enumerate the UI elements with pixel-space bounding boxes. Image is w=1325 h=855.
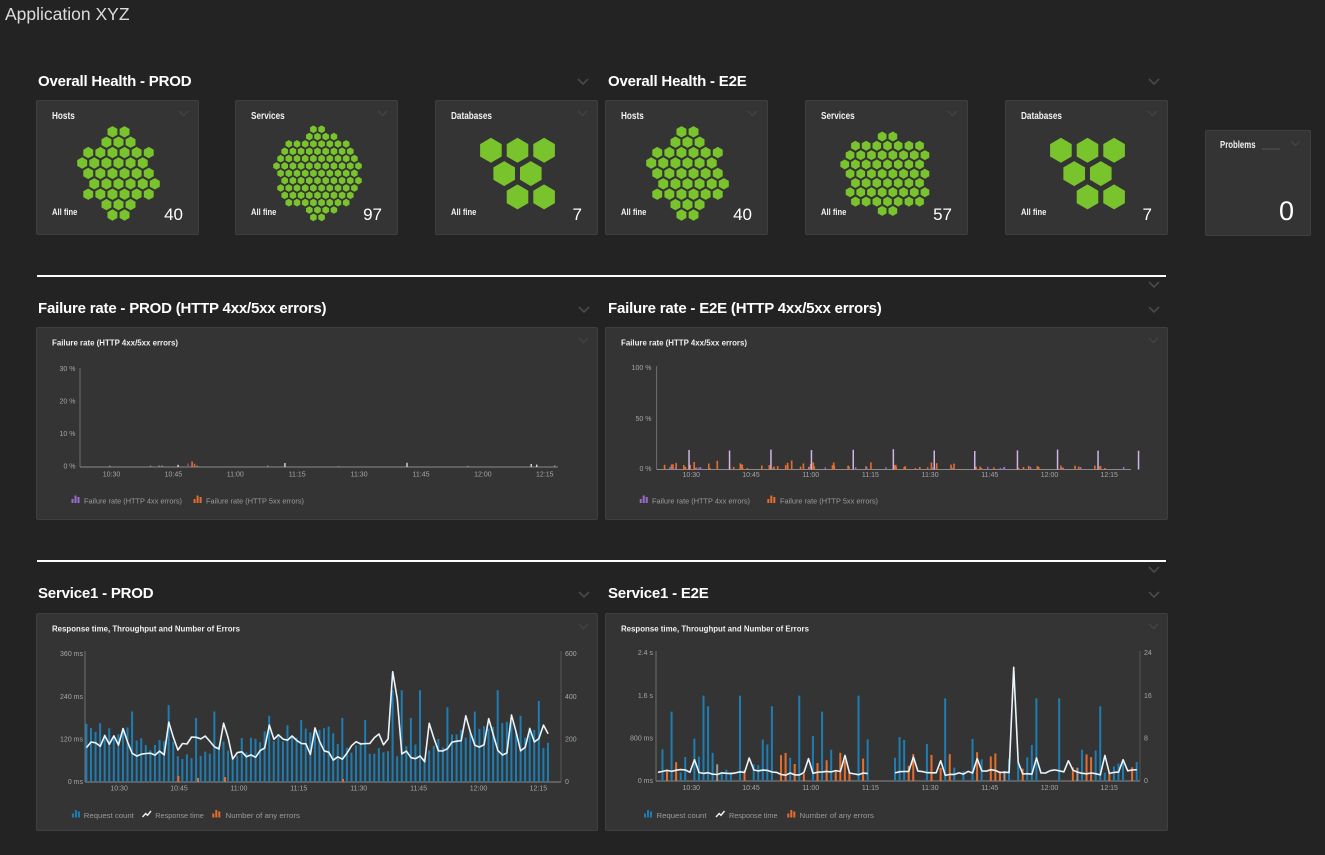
svg-text:16: 16: [1144, 693, 1152, 700]
svg-text:2.4 s: 2.4 s: [638, 650, 654, 657]
svg-text:0 %: 0 %: [63, 464, 75, 471]
svg-text:Failure rate (HTTP 5xx errors): Failure rate (HTTP 5xx errors): [206, 497, 304, 506]
svg-text:24: 24: [1144, 650, 1152, 657]
svg-text:8: 8: [1144, 736, 1148, 743]
svg-text:11:45: 11:45: [410, 786, 427, 793]
svg-text:100 %: 100 %: [632, 365, 652, 372]
svg-text:Failure rate (HTTP 4xx/5xx err: Failure rate (HTTP 4xx/5xx errors): [621, 337, 747, 347]
svg-text:360 ms: 360 ms: [60, 651, 83, 658]
svg-text:12:00: 12:00: [1041, 472, 1059, 479]
svg-text:12:00: 12:00: [470, 786, 488, 793]
svg-text:Request count: Request count: [657, 811, 707, 820]
svg-text:240 ms: 240 ms: [60, 694, 83, 701]
svg-text:400: 400: [565, 694, 577, 701]
svg-text:120 ms: 120 ms: [60, 737, 83, 744]
svg-text:12:15: 12:15: [536, 472, 554, 479]
svg-text:Failure rate (HTTP 4xx/5xx err: Failure rate (HTTP 4xx/5xx errors): [52, 337, 178, 347]
svg-text:10:30: 10:30: [683, 785, 701, 792]
svg-text:0 ms: 0 ms: [68, 779, 84, 786]
svg-text:11:15: 11:15: [290, 786, 307, 793]
svg-text:0: 0: [1144, 778, 1148, 785]
svg-text:0: 0: [565, 779, 569, 786]
svg-text:11:45: 11:45: [981, 472, 998, 479]
svg-text:12:00: 12:00: [1041, 785, 1059, 792]
svg-text:Number of any errors: Number of any errors: [800, 811, 875, 820]
svg-text:10:45: 10:45: [742, 785, 760, 792]
svg-text:30 %: 30 %: [60, 366, 76, 373]
svg-text:Response time, Throughput and: Response time, Throughput and Number of …: [621, 623, 809, 633]
svg-text:0 ms: 0 ms: [638, 778, 654, 785]
svg-text:Response time, Throughput and: Response time, Throughput and Number of …: [52, 623, 240, 633]
svg-text:11:45: 11:45: [413, 472, 430, 479]
svg-text:11:30: 11:30: [351, 472, 368, 479]
svg-text:11:30: 11:30: [922, 785, 939, 792]
svg-text:1.6 s: 1.6 s: [638, 693, 654, 700]
svg-text:Failure rate (HTTP 4xx errors): Failure rate (HTTP 4xx errors): [84, 497, 182, 506]
svg-text:11:15: 11:15: [862, 472, 879, 479]
svg-text:10:45: 10:45: [742, 472, 760, 479]
svg-text:600: 600: [565, 651, 577, 658]
svg-text:11:00: 11:00: [802, 785, 819, 792]
svg-text:12:15: 12:15: [530, 786, 548, 793]
svg-text:50 %: 50 %: [636, 416, 652, 423]
svg-text:Number of any errors: Number of any errors: [226, 811, 301, 820]
svg-text:Request count: Request count: [84, 811, 134, 820]
svg-text:12:15: 12:15: [1100, 472, 1118, 479]
svg-text:12:15: 12:15: [1100, 785, 1118, 792]
svg-text:Response time: Response time: [155, 811, 204, 820]
svg-text:10 %: 10 %: [60, 431, 76, 438]
svg-text:12:00: 12:00: [474, 472, 492, 479]
svg-text:11:00: 11:00: [802, 472, 819, 479]
svg-text:200: 200: [565, 737, 577, 744]
svg-text:10:30: 10:30: [110, 786, 128, 793]
svg-text:10:30: 10:30: [683, 472, 701, 479]
svg-text:Failure rate (HTTP 4xx errors): Failure rate (HTTP 4xx errors): [652, 497, 750, 506]
svg-text:11:00: 11:00: [230, 786, 247, 793]
svg-text:0 %: 0 %: [639, 466, 651, 473]
svg-text:20 %: 20 %: [60, 399, 76, 406]
svg-text:10:45: 10:45: [165, 472, 183, 479]
svg-text:800 ms: 800 ms: [630, 736, 653, 743]
svg-text:11:30: 11:30: [350, 786, 367, 793]
svg-text:11:15: 11:15: [289, 472, 306, 479]
svg-text:11:30: 11:30: [922, 472, 939, 479]
svg-text:10:30: 10:30: [103, 472, 121, 479]
svg-text:11:15: 11:15: [862, 785, 879, 792]
svg-text:10:45: 10:45: [170, 786, 188, 793]
svg-text:Failure rate (HTTP 5xx errors): Failure rate (HTTP 5xx errors): [780, 497, 878, 506]
svg-text:11:45: 11:45: [981, 785, 998, 792]
svg-text:Response time: Response time: [729, 811, 778, 820]
svg-text:11:00: 11:00: [227, 472, 244, 479]
